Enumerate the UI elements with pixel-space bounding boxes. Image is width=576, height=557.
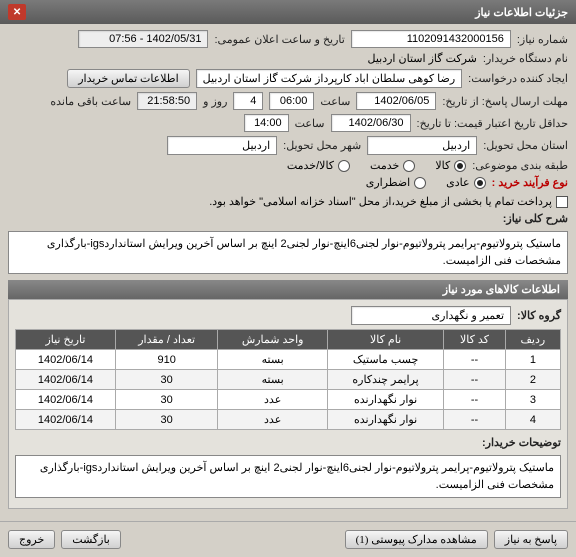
footer-bar: پاسخ به نیاز مشاهده مدارک پیوستی (1) باز… [0, 521, 576, 557]
table-row[interactable]: 2--پرایمر چندکارهبسته301402/06/14 [16, 370, 561, 390]
category-label: طبقه بندی موضوعی: [472, 159, 568, 172]
desc-label: شرح کلی نیاز: [503, 212, 568, 225]
back-button[interactable]: بازگشت [61, 530, 121, 549]
col-qty: تعداد / مقدار [115, 330, 218, 350]
deadline-label: مهلت ارسال پاسخ: از تاریخ: [442, 95, 568, 108]
table-cell: 30 [115, 410, 218, 430]
radio-icon [338, 160, 350, 172]
checkbox-treasury[interactable]: پرداخت تمام یا بخشی از مبلغ خرید،از محل … [209, 195, 568, 208]
buyer-value: شرکت گاز استان اردبیل [368, 52, 477, 65]
table-cell: -- [444, 410, 506, 430]
price-deadline-time-label: ساعت [295, 117, 325, 130]
table-cell: نوار نگهدارنده [327, 390, 443, 410]
price-deadline-label: حداقل تاریخ اعتبار قیمت: تا تاریخ: [417, 117, 568, 130]
table-cell: عدد [218, 390, 328, 410]
radio-service[interactable]: خدمت [370, 159, 415, 172]
table-cell: بسته [218, 370, 328, 390]
radio-icon [403, 160, 415, 172]
col-name: نام کالا [327, 330, 443, 350]
requester-value: رضا کوهی سلطان اباد کارپرداز شرکت گاز اس… [196, 69, 463, 88]
table-row[interactable]: 1--چسب ماستیکبسته9101402/06/14 [16, 350, 561, 370]
table-cell: نوار نگهدارنده [327, 410, 443, 430]
col-row: ردیف [505, 330, 560, 350]
remain-label: ساعت باقی مانده [50, 95, 131, 108]
main-content: شماره نیاز: 1102091432000156 تاریخ و ساع… [0, 24, 576, 515]
need-number-label: شماره نیاز: [517, 33, 568, 46]
table-cell: 30 [115, 390, 218, 410]
goods-section-header: اطلاعات کالاهای مورد نیاز [8, 280, 568, 299]
exit-button[interactable]: خروج [8, 530, 55, 549]
table-header-row: ردیف کد کالا نام کالا واحد شمارش تعداد /… [16, 330, 561, 350]
radio-icon [414, 177, 426, 189]
table-row[interactable]: 4--نوار نگهدارندهعدد301402/06/14 [16, 410, 561, 430]
province-value: اردبیل [367, 136, 477, 155]
close-icon[interactable]: ✕ [8, 4, 26, 20]
table-cell: 1402/06/14 [16, 350, 116, 370]
radio-urgent[interactable]: اضطراری [366, 176, 426, 189]
table-cell: 30 [115, 370, 218, 390]
checkbox-icon [556, 196, 568, 208]
contact-buyer-button[interactable]: اطلاعات تماس خریدار [67, 69, 189, 88]
desc-text: ماستیک پترولاتیوم-پرایمر پترولاتیوم-نوار… [8, 231, 568, 274]
table-cell: 910 [115, 350, 218, 370]
buyer-label: نام دستگاه خریدار: [483, 52, 568, 65]
group-value: تعمیر و نگهداری [351, 306, 511, 325]
table-cell: بسته [218, 350, 328, 370]
days-label: روز و [203, 95, 227, 108]
radio-normal[interactable]: عادی [446, 176, 485, 189]
goods-panel: گروه کالا: تعمیر و نگهداری ردیف کد کالا … [8, 299, 568, 509]
col-unit: واحد شمارش [218, 330, 328, 350]
notes-label: توضیحات خریدار: [482, 436, 561, 449]
table-cell: -- [444, 350, 506, 370]
table-cell: 2 [505, 370, 560, 390]
table-cell: پرایمر چندکاره [327, 370, 443, 390]
announce-label: تاریخ و ساعت اعلان عمومی: [214, 33, 344, 46]
table-cell: 1402/06/14 [16, 390, 116, 410]
deadline-time: 06:00 [269, 92, 314, 110]
table-cell: 3 [505, 390, 560, 410]
table-cell: 1402/06/14 [16, 370, 116, 390]
radio-icon [454, 160, 466, 172]
table-cell: -- [444, 370, 506, 390]
days-value: 4 [233, 92, 263, 110]
table-body: 1--چسب ماستیکبسته9101402/06/142--پرایمر … [16, 350, 561, 430]
titlebar: جزئیات اطلاعات نیاز ✕ [0, 0, 576, 24]
table-cell: -- [444, 390, 506, 410]
deadline-date: 1402/06/05 [356, 92, 436, 110]
city-value: اردبیل [167, 136, 277, 155]
table-cell: 1 [505, 350, 560, 370]
group-label: گروه کالا: [517, 309, 561, 322]
process-label: نوع فرآیند خرید : [492, 176, 568, 189]
col-date: تاریخ نیاز [16, 330, 116, 350]
need-number-value: 1102091432000156 [351, 30, 511, 48]
attachments-button[interactable]: مشاهده مدارک پیوستی (1) [345, 530, 488, 549]
goods-table: ردیف کد کالا نام کالا واحد شمارش تعداد /… [15, 329, 561, 430]
respond-button[interactable]: پاسخ به نیاز [494, 530, 568, 549]
window-title: جزئیات اطلاعات نیاز [475, 6, 568, 19]
requester-label: ایجاد کننده درخواست: [468, 72, 568, 85]
col-code: کد کالا [444, 330, 506, 350]
notes-text: ماستیک پترولاتیوم-پرایمر پترولاتیوم-نوار… [15, 455, 561, 498]
table-cell: عدد [218, 410, 328, 430]
deadline-time-label: ساعت [320, 95, 350, 108]
table-cell: چسب ماستیک [327, 350, 443, 370]
table-row[interactable]: 3--نوار نگهدارندهعدد301402/06/14 [16, 390, 561, 410]
table-cell: 1402/06/14 [16, 410, 116, 430]
price-deadline-date: 1402/06/30 [331, 114, 411, 132]
price-deadline-time: 14:00 [244, 114, 289, 132]
province-label: استان محل تحویل: [483, 139, 568, 152]
radio-icon [474, 177, 486, 189]
table-cell: 4 [505, 410, 560, 430]
remain-time: 21:58:50 [137, 92, 197, 110]
radio-goods-service[interactable]: کالا/خدمت [287, 159, 350, 172]
city-label: شهر محل تحویل: [283, 139, 361, 152]
announce-value: 1402/05/31 - 07:56 [78, 30, 208, 48]
radio-goods[interactable]: کالا [435, 159, 466, 172]
